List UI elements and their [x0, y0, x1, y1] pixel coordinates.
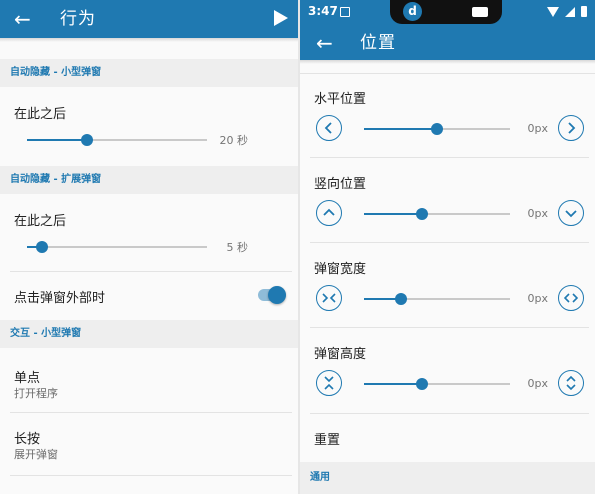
section-header-interaction-small: 交互 - 小型弹窗 [0, 320, 298, 348]
slider-thumb[interactable] [431, 123, 443, 135]
appbar-shadow [0, 38, 298, 42]
section-header-autohide-small: 自动隐藏 - 小型弹窗 [0, 59, 298, 87]
chevron-left-icon [324, 122, 332, 134]
compress-vertical-icon [324, 376, 334, 390]
section-header-general: 通用 [300, 462, 595, 494]
section-header-autohide-expanded: 自动隐藏 - 扩展弹窗 [0, 166, 298, 194]
signal-icon [565, 6, 575, 17]
tap-outside-toggle[interactable] [258, 286, 286, 304]
expand-horizontal-icon [564, 293, 578, 303]
slider-thumb[interactable] [36, 241, 48, 253]
compress-horizontal-icon [322, 293, 336, 303]
popup-height-title: 弹窗高度 [314, 347, 367, 362]
slider-fill [27, 139, 87, 141]
shrink-height-button[interactable] [316, 370, 342, 396]
toggle-thumb[interactable] [268, 286, 286, 304]
after-small-slider[interactable] [27, 134, 207, 146]
slider-fill [364, 213, 423, 215]
battery-icon [581, 6, 587, 17]
after-expanded-title: 在此之后 [14, 214, 67, 229]
slider-thumb[interactable] [394, 293, 407, 305]
shrink-width-button[interactable] [316, 285, 342, 311]
app-bar: ← 行为 [0, 0, 298, 38]
page-title: 行为 [60, 9, 96, 29]
expand-vertical-icon [566, 376, 576, 390]
play-icon[interactable] [274, 10, 288, 26]
status-time: 3:47 [308, 4, 338, 18]
height-value: 0px [527, 377, 549, 390]
popup-width-title: 弹窗宽度 [314, 262, 367, 277]
slider-thumb[interactable] [81, 134, 93, 146]
after-small-value: 20 秒 [219, 134, 249, 147]
app-badge-icon: d [403, 2, 422, 21]
move-left-button[interactable] [316, 115, 342, 141]
divider [310, 413, 589, 414]
after-expanded-slider[interactable] [27, 241, 207, 253]
behavior-panel: ← 行为 自动隐藏 - 小型弹窗 在此之后 20 秒 自动隐藏 - 扩展弹窗 在… [0, 0, 298, 494]
move-down-button[interactable] [558, 200, 584, 226]
height-slider[interactable] [364, 378, 510, 390]
cast-icon [472, 7, 488, 17]
vertical-slider[interactable] [364, 208, 510, 220]
divider [10, 475, 292, 476]
wifi-icon [547, 6, 559, 17]
chevron-down-icon [565, 210, 577, 218]
reset-button[interactable]: 重置 [314, 429, 340, 448]
tap-outside-title: 点击弹窗外部时 [14, 291, 106, 306]
appbar-shadow [300, 60, 595, 64]
horizontal-position-title: 水平位置 [314, 92, 367, 107]
slider-fill [364, 128, 437, 130]
vertical-value: 0px [527, 207, 549, 220]
long-press-title[interactable]: 长按 [14, 428, 40, 447]
back-arrow-icon[interactable]: ← [14, 0, 31, 38]
move-right-button[interactable] [558, 115, 584, 141]
back-arrow-icon[interactable]: ← [316, 26, 333, 60]
divider [10, 412, 292, 413]
after-expanded-value: 5 秒 [226, 241, 249, 254]
image-notification-icon [340, 7, 350, 17]
page-title: 位置 [360, 33, 396, 53]
expand-height-button[interactable] [558, 370, 584, 396]
status-bar: 3:47 d [300, 0, 595, 26]
slider-thumb[interactable] [416, 378, 429, 390]
move-up-button[interactable] [316, 200, 342, 226]
width-slider[interactable] [364, 293, 510, 305]
single-tap-title[interactable]: 单点 [14, 367, 40, 386]
slider-thumb[interactable] [416, 208, 429, 220]
camera-notch: d [390, 0, 502, 24]
horizontal-value: 0px [527, 122, 549, 135]
status-icons [547, 6, 587, 17]
chevron-up-icon [323, 208, 335, 216]
app-bar: ← 位置 [300, 26, 595, 60]
vertical-position-title: 竖向位置 [314, 177, 367, 192]
position-panel: 3:47 d ← 位置 水平位置 0px 竖向位置 0px 弹窗宽度 0px 弹… [298, 0, 595, 494]
after-small-title: 在此之后 [14, 107, 67, 122]
single-tap-subtitle: 打开程序 [14, 387, 58, 400]
divider [10, 271, 292, 272]
slider-fill [364, 383, 423, 385]
expand-width-button[interactable] [558, 285, 584, 311]
chevron-right-icon [568, 122, 576, 134]
divider [310, 157, 589, 158]
width-value: 0px [527, 292, 549, 305]
long-press-subtitle: 展开弹窗 [14, 448, 58, 461]
divider [310, 242, 589, 243]
horizontal-slider[interactable] [364, 123, 510, 135]
divider [310, 327, 589, 328]
divider [300, 73, 595, 74]
